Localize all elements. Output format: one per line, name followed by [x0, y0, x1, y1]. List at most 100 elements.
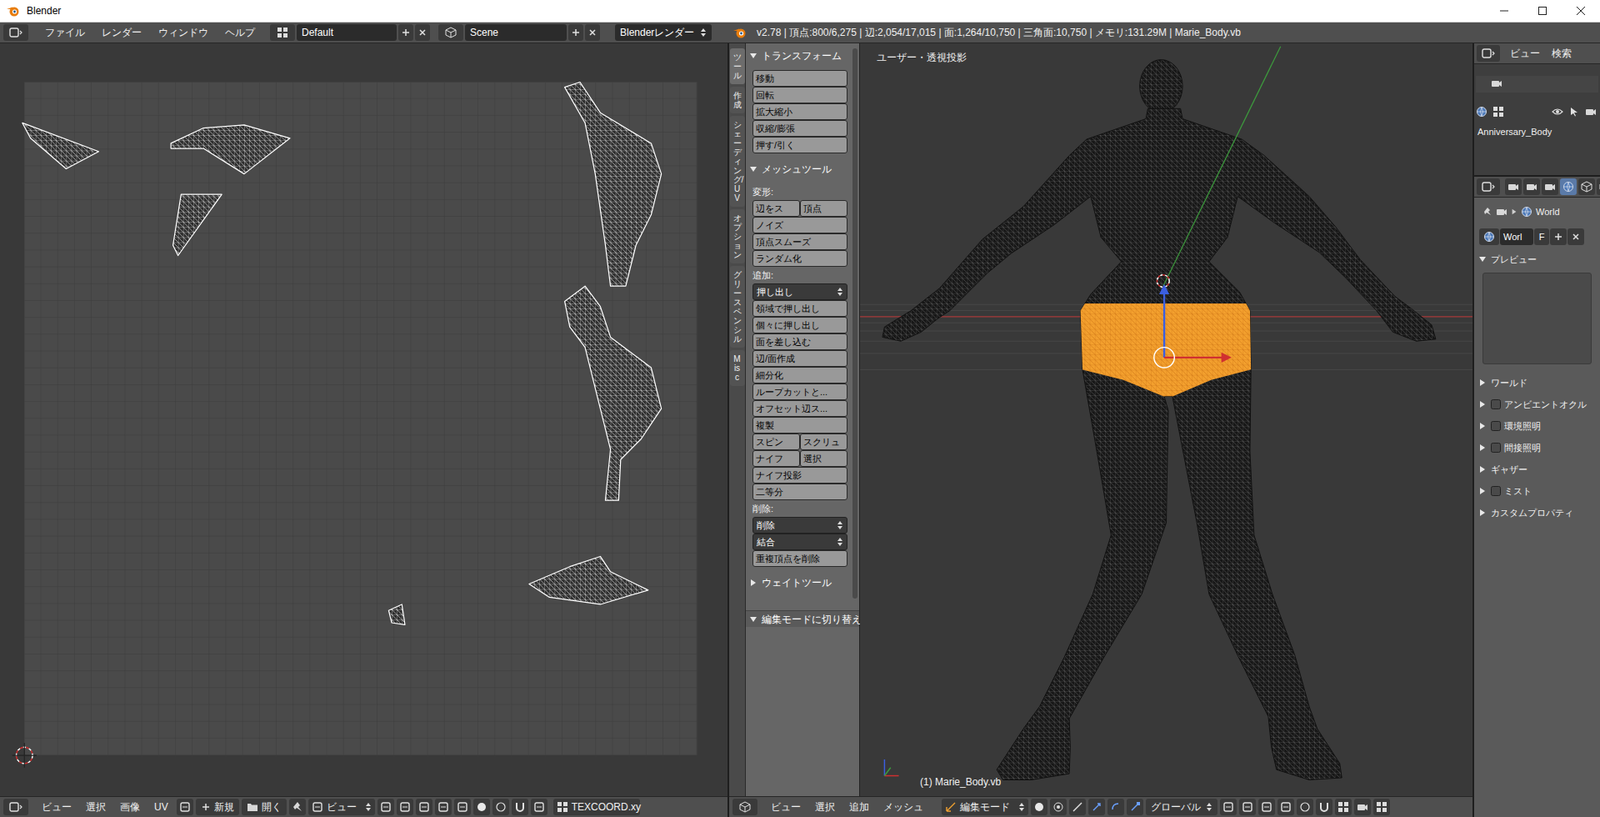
- fake-user-button[interactable]: F: [1534, 228, 1550, 245]
- open-image-button[interactable]: 開く: [241, 798, 287, 815]
- paint-icon[interactable]: [530, 798, 548, 815]
- section-header[interactable]: ワールド: [1477, 374, 1597, 391]
- tool-button[interactable]: 面を差し込む: [752, 333, 848, 350]
- vertex-select-icon[interactable]: [1220, 798, 1237, 815]
- tool-button[interactable]: 移動: [752, 70, 848, 87]
- orientation-dropdown[interactable]: グローバル: [1145, 798, 1218, 815]
- menu-item[interactable]: ウィンドウ: [151, 24, 215, 41]
- menu-item[interactable]: UV: [148, 798, 175, 815]
- editor-type-icon[interactable]: [1476, 178, 1500, 195]
- section-header[interactable]: カスタムプロパティ: [1477, 504, 1597, 521]
- checkbox[interactable]: [1490, 485, 1501, 496]
- tool-button[interactable]: 回転: [752, 86, 848, 104]
- proportional-icon[interactable]: [492, 798, 510, 815]
- layout-selector-field[interactable]: Default: [296, 24, 397, 41]
- shelf-tab[interactable]: グリースペンシル: [730, 265, 745, 348]
- expand-icon[interactable]: [1477, 254, 1488, 265]
- menu-item[interactable]: ヘルプ: [218, 24, 262, 41]
- select-island-icon[interactable]: [435, 798, 452, 815]
- menu-item[interactable]: ビュー: [1505, 45, 1545, 62]
- add-icon[interactable]: [1550, 228, 1567, 245]
- menu-item[interactable]: レンダー: [95, 24, 149, 41]
- maximize-icon[interactable]: [1523, 0, 1562, 23]
- menu-item[interactable]: ビュー: [765, 798, 807, 815]
- tool-dropdown[interactable]: 押し出し: [752, 283, 848, 300]
- scene-tab-icon[interactable]: [1541, 178, 1559, 195]
- rotate-icon[interactable]: [1107, 798, 1125, 815]
- remove-icon[interactable]: [1567, 228, 1585, 245]
- tool-button[interactable]: 選択: [800, 450, 848, 467]
- outliner-item[interactable]: Anniversary_Body: [1475, 124, 1599, 140]
- shelf-tab[interactable]: Misc: [730, 350, 745, 386]
- pivot-icon[interactable]: [473, 798, 490, 815]
- expand-icon[interactable]: [1477, 377, 1488, 388]
- expand-icon[interactable]: [1477, 485, 1488, 496]
- datablock-field[interactable]: Worl: [1500, 228, 1534, 245]
- tool-button[interactable]: 辺をス: [752, 200, 800, 217]
- expand-icon[interactable]: [748, 614, 759, 625]
- select-vertex-icon[interactable]: [377, 798, 395, 815]
- render-engine-dropdown[interactable]: Blenderレンダー: [615, 24, 712, 41]
- tool-button[interactable]: ノイズ: [752, 216, 848, 234]
- menu-item[interactable]: 選択: [809, 798, 841, 815]
- scale-icon[interactable]: [1126, 798, 1144, 815]
- tool-button[interactable]: 個々に押し出し: [752, 316, 848, 334]
- edge-select-icon[interactable]: [1239, 798, 1256, 815]
- tool-button[interactable]: 頂点スムーズ: [752, 233, 848, 250]
- new-image-button[interactable]: 新規: [195, 798, 240, 815]
- layout-selector-type-icon[interactable]: [270, 24, 295, 41]
- select-face-icon[interactable]: [415, 798, 433, 815]
- expand-icon[interactable]: [1477, 442, 1488, 453]
- world-browse-icon[interactable]: [1479, 228, 1500, 245]
- shelf-tab[interactable]: 作成: [730, 86, 745, 114]
- menu-item[interactable]: メッシュ: [877, 798, 930, 815]
- shading-icon[interactable]: [1030, 798, 1048, 815]
- panel-header[interactable]: ウェイトツール: [748, 573, 857, 592]
- section-header[interactable]: 環境照明: [1477, 417, 1597, 435]
- tool-button[interactable]: ナイフ投影: [752, 466, 848, 484]
- pin-icon[interactable]: [1482, 206, 1493, 217]
- tool-button[interactable]: 細分化: [752, 366, 848, 384]
- expand-icon[interactable]: [1477, 464, 1488, 475]
- expand-icon[interactable]: [748, 164, 759, 175]
- operator-panel-header[interactable]: 編集モードに切り替え...: [745, 610, 860, 627]
- remove-icon[interactable]: [415, 24, 430, 41]
- editor-type-icon[interactable]: [732, 798, 758, 815]
- render-tab-icon[interactable]: [1505, 178, 1522, 195]
- section-header[interactable]: ミスト: [1477, 482, 1597, 500]
- tool-dropdown[interactable]: 削除: [752, 516, 848, 534]
- shelf-tab[interactable]: オプション: [730, 209, 745, 264]
- snap-icon[interactable]: [511, 798, 529, 815]
- world-tab-icon[interactable]: [1560, 178, 1577, 195]
- section-header[interactable]: プレビュー: [1477, 250, 1597, 268]
- section-header[interactable]: アンビエントオクル: [1477, 395, 1597, 413]
- render-icon[interactable]: [1354, 798, 1371, 815]
- tool-button[interactable]: 二等分: [752, 483, 848, 500]
- menu-item[interactable]: ファイル: [38, 24, 92, 41]
- selectable-arrow-icon[interactable]: [1568, 105, 1582, 120]
- select-edge-icon[interactable]: [396, 798, 414, 815]
- tool-button[interactable]: 複製: [752, 416, 848, 434]
- tool-dropdown[interactable]: 結合: [752, 533, 848, 550]
- visibility-eye-icon[interactable]: [1551, 105, 1565, 120]
- add-icon[interactable]: [568, 24, 584, 41]
- expand-icon[interactable]: [748, 50, 759, 61]
- layers-icon[interactable]: [1373, 798, 1390, 815]
- editor-type-icon[interactable]: [1476, 45, 1500, 62]
- panel-header[interactable]: メッシュツール: [748, 160, 857, 179]
- tool-button[interactable]: 重複頂点を削除: [752, 550, 848, 567]
- proportional-icon[interactable]: [1296, 798, 1314, 815]
- tool-button[interactable]: スピン: [752, 433, 800, 450]
- remove-icon[interactable]: [585, 24, 600, 41]
- menu-item[interactable]: 選択: [80, 798, 112, 815]
- panel-header[interactable]: トランスフォーム: [748, 46, 857, 65]
- object-tab-icon[interactable]: [1578, 178, 1595, 195]
- occlude-icon[interactable]: [1277, 798, 1295, 815]
- section-header[interactable]: 間接照明: [1477, 439, 1597, 456]
- uv-canvas[interactable]: [0, 43, 728, 796]
- image-browse-icon[interactable]: [176, 798, 194, 815]
- menu-item[interactable]: ビュー: [35, 798, 78, 815]
- uv-map-field[interactable]: TEXCOORD.xy: [553, 798, 640, 815]
- menu-item[interactable]: 画像: [114, 798, 146, 815]
- renderable-camera-icon[interactable]: [1585, 105, 1599, 120]
